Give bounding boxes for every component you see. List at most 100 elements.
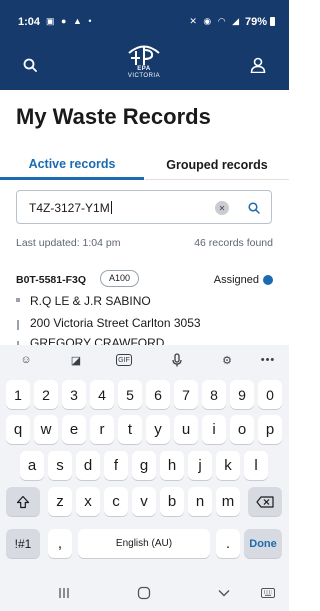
back-button[interactable] <box>214 584 234 602</box>
text-caret <box>110 201 112 214</box>
person-icon <box>16 298 20 302</box>
key-d[interactable]: d <box>76 451 100 480</box>
recent-apps-button[interactable] <box>54 584 74 602</box>
key-v[interactable]: v <box>132 487 156 516</box>
key-8[interactable]: 8 <box>202 380 226 409</box>
battery-level: 79% <box>244 16 267 28</box>
search-button[interactable] <box>15 50 45 80</box>
notification-icons: ▣ ● ▲ • <box>46 16 94 26</box>
search-input-value: T4Z-3127-Y1M <box>29 201 112 215</box>
system-icons: ✕ ◉ ◠ ◢ <box>189 16 241 26</box>
done-key[interactable]: Done <box>244 529 282 558</box>
records-count: 46 records found <box>194 237 273 249</box>
tab-grouped-records[interactable]: Grouped records <box>145 150 289 180</box>
key-6[interactable]: 6 <box>146 380 170 409</box>
page-title: My Waste Records <box>16 104 211 129</box>
chevron-down-icon <box>218 590 230 597</box>
key-g[interactable]: g <box>132 451 156 480</box>
keyboard-icon <box>261 588 275 598</box>
home-icon <box>137 586 151 600</box>
search-submit-button[interactable] <box>245 199 263 217</box>
key-o[interactable]: o <box>230 415 254 444</box>
system-nav-bar <box>0 576 289 611</box>
key-j[interactable]: j <box>188 451 212 480</box>
home-button[interactable] <box>134 584 154 602</box>
key-h[interactable]: h <box>160 451 184 480</box>
key-u[interactable]: u <box>174 415 198 444</box>
record-owner: R.Q LE & J.R SABINO <box>30 294 151 308</box>
key-p[interactable]: p <box>258 415 282 444</box>
sticker-icon[interactable]: ◪ <box>66 351 86 369</box>
key-4[interactable]: 4 <box>90 380 114 409</box>
key-a[interactable]: a <box>20 451 44 480</box>
key-i[interactable]: i <box>202 415 226 444</box>
key-5[interactable]: 5 <box>118 380 142 409</box>
gif-icon[interactable]: GIF <box>116 354 132 366</box>
key-y[interactable]: y <box>146 415 170 444</box>
mic-icon[interactable] <box>167 351 187 369</box>
epa-victoria-logo: EPA VICTORIA <box>118 44 170 86</box>
clear-search-button[interactable]: ✕ <box>215 201 229 215</box>
emoji-icon[interactable]: ☺ <box>16 351 36 369</box>
key-3[interactable]: 3 <box>62 380 86 409</box>
shift-key[interactable] <box>6 487 40 516</box>
recent-apps-icon <box>59 588 69 598</box>
search-text: T4Z-3127-Y1M <box>29 201 110 215</box>
settings-icon[interactable]: ⚙ <box>217 351 237 369</box>
shift-icon <box>16 495 30 508</box>
records-tabs: Active records Grouped records <box>0 150 289 180</box>
comma-key[interactable]: , <box>48 529 72 558</box>
close-icon: ✕ <box>218 203 226 213</box>
period-key[interactable]: . <box>216 529 240 558</box>
search-icon <box>23 58 37 72</box>
record-status: Assigned <box>213 274 259 286</box>
profile-button[interactable] <box>243 50 273 80</box>
key-7[interactable]: 7 <box>174 380 198 409</box>
more-icon[interactable]: ••• <box>258 351 278 369</box>
key-x[interactable]: x <box>76 487 100 516</box>
backspace-key[interactable] <box>248 487 282 516</box>
key-t[interactable]: t <box>118 415 142 444</box>
records-meta: Last updated: 1:04 pm 46 records found <box>16 237 273 249</box>
search-input[interactable]: T4Z-3127-Y1M ✕ <box>16 190 272 224</box>
key-e[interactable]: e <box>62 415 86 444</box>
location-icon <box>17 320 19 330</box>
record-id: B0T-5581-F3Q <box>16 274 87 286</box>
key-2[interactable]: 2 <box>34 380 58 409</box>
key-b[interactable]: b <box>160 487 184 516</box>
user-icon <box>250 57 266 73</box>
key-k[interactable]: k <box>216 451 240 480</box>
status-bar: 1:04 ▣ ● ▲ • ✕ ◉ ◠ ◢ 79% <box>0 0 289 40</box>
key-r[interactable]: r <box>90 415 114 444</box>
logo-text-victoria: VICTORIA <box>127 73 161 79</box>
tab-active-records[interactable]: Active records <box>0 150 144 180</box>
status-dot-icon <box>263 275 273 285</box>
battery-icon <box>270 17 275 26</box>
status-time: 1:04 <box>18 16 41 28</box>
logo-text-epa: EPA <box>137 66 151 72</box>
last-updated-text: Last updated: 1:04 pm <box>16 237 121 249</box>
key-z[interactable]: z <box>48 487 72 516</box>
key-f[interactable]: f <box>104 451 128 480</box>
key-w[interactable]: w <box>34 415 58 444</box>
key-9[interactable]: 9 <box>230 380 254 409</box>
keyboard-toolbar: ☺ ◪ GIF ⚙ ••• <box>0 345 289 375</box>
app-header: EPA VICTORIA <box>0 40 289 90</box>
key-q[interactable]: q <box>6 415 30 444</box>
key-n[interactable]: n <box>188 487 212 516</box>
on-screen-keyboard: ☺ ◪ GIF ⚙ ••• 1 2 3 4 5 6 7 8 9 0 q w e … <box>0 345 289 576</box>
epa-logo-icon <box>128 45 160 65</box>
key-1[interactable]: 1 <box>6 380 30 409</box>
keyboard-switch-button[interactable] <box>260 584 276 602</box>
space-key[interactable]: English (AU) <box>78 529 210 558</box>
key-0[interactable]: 0 <box>258 380 282 409</box>
key-c[interactable]: c <box>104 487 128 516</box>
space-key-label: English (AU) <box>115 538 173 549</box>
key-m[interactable]: m <box>216 487 240 516</box>
record-tag: A100 <box>100 270 140 287</box>
record-address: 200 Victoria Street Carlton 3053 <box>30 316 201 330</box>
search-icon <box>248 202 260 214</box>
key-s[interactable]: s <box>48 451 72 480</box>
key-l[interactable]: l <box>244 451 268 480</box>
symbols-key[interactable]: !#1 <box>6 529 40 558</box>
